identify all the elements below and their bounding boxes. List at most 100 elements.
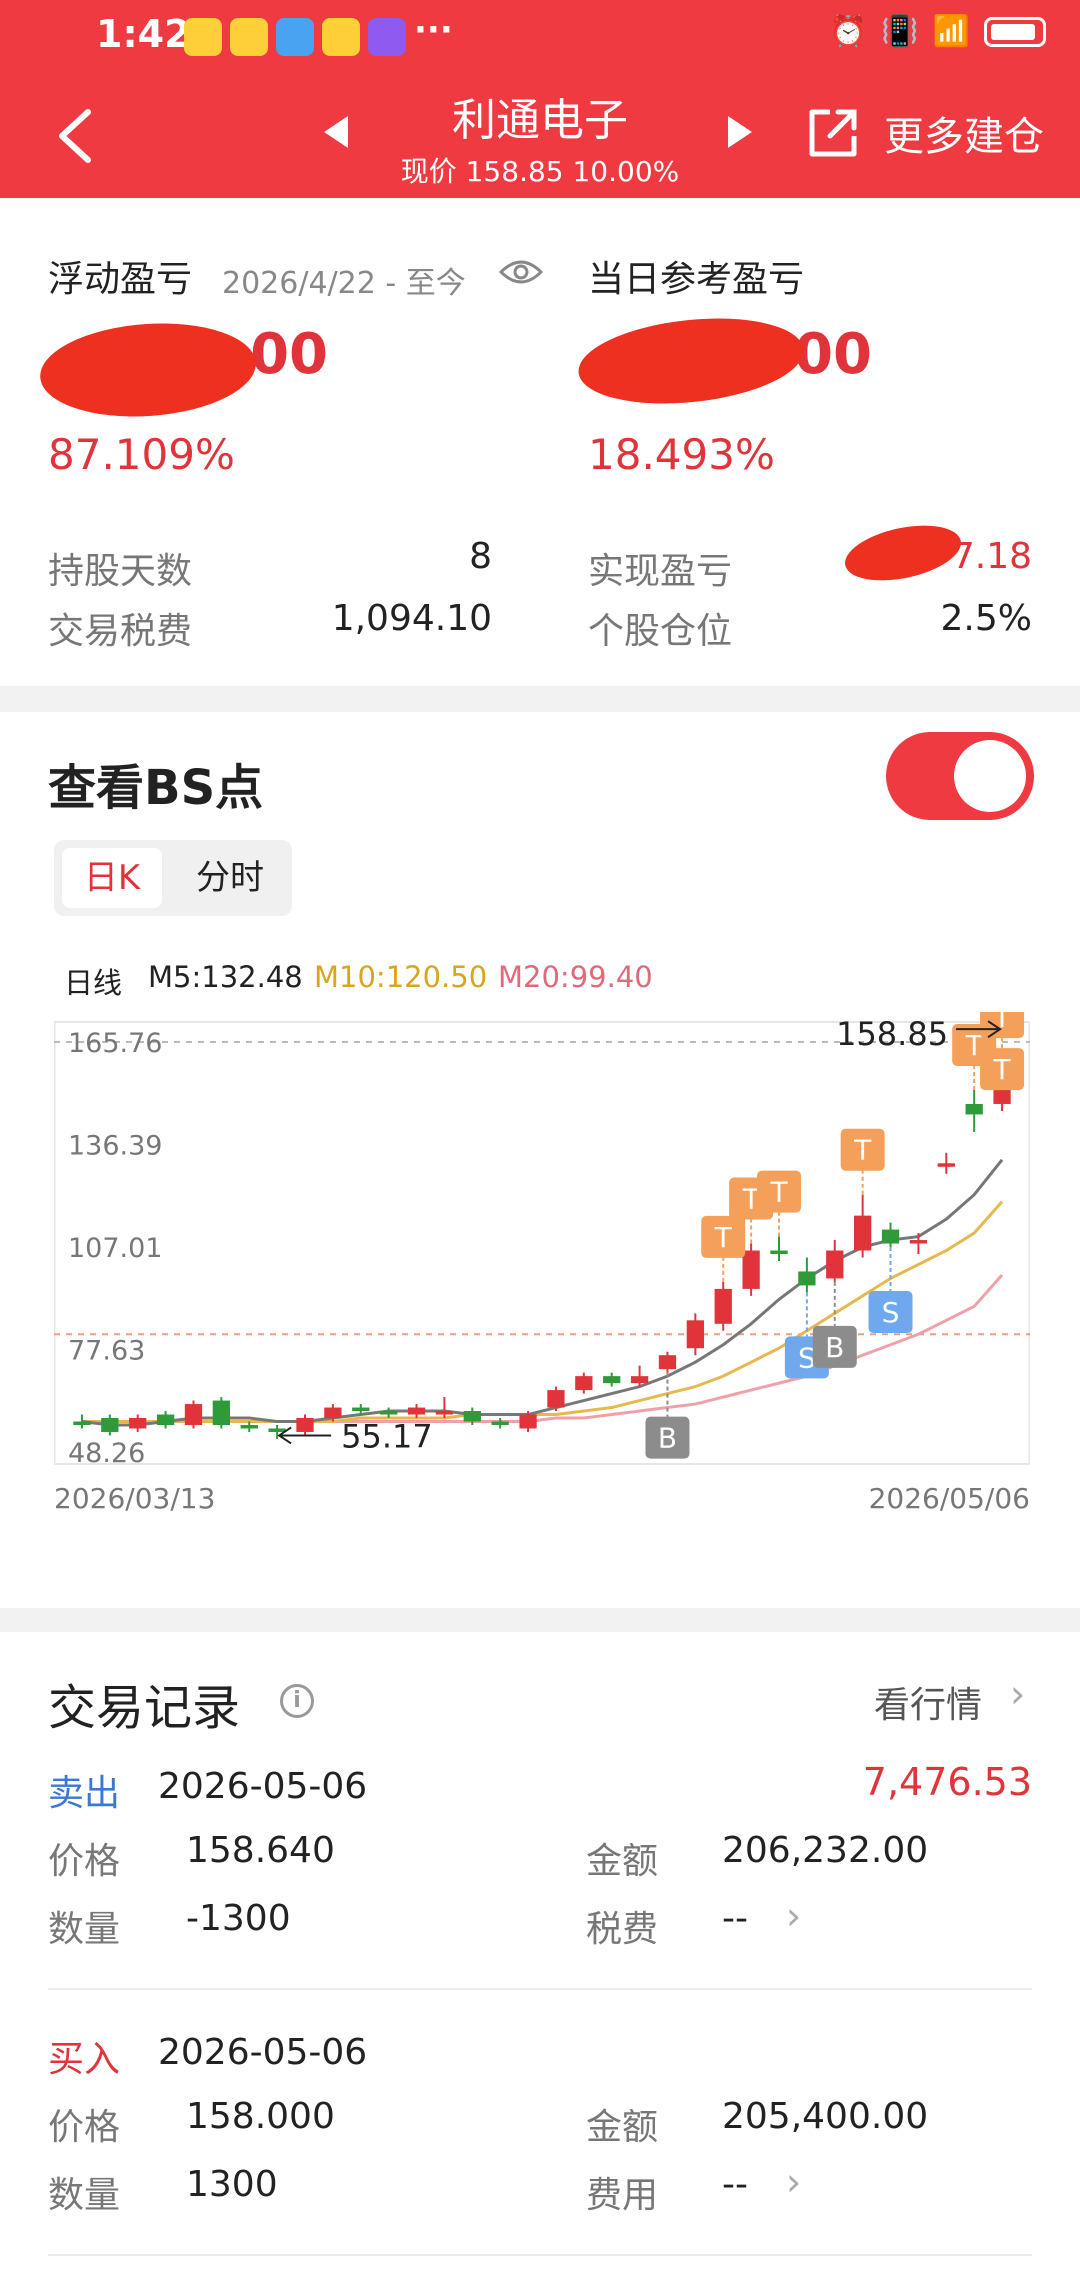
candle [798, 1257, 816, 1293]
candle-body [630, 1376, 649, 1384]
top-nav: 利通电子 现价 158.85 10.00% 更多建仓 [0, 74, 1080, 198]
app-notification-icon [368, 18, 406, 56]
candle [547, 1386, 565, 1412]
candle-body [268, 1428, 286, 1432]
ma20-value: M20:99.40 [498, 960, 653, 994]
candle-body [854, 1215, 872, 1251]
system-icons: ⏰ 📳 📶 [830, 14, 1046, 49]
ma-prefix: 日线 [64, 966, 123, 1000]
candle [854, 1194, 872, 1258]
tax-value: -- [722, 1898, 748, 1939]
candle-body [826, 1250, 844, 1279]
x-tick-label: 2026/03/13 [54, 1482, 215, 1512]
candle [491, 1418, 509, 1429]
candle-body [73, 1421, 91, 1425]
candlestick-chart[interactable]: BS BSTT TTTTT 165.76136.39107.0177.6348.26… [54, 1012, 1030, 1512]
high-price-annotation: 158.85 [836, 1015, 948, 1053]
tab-intraday[interactable]: 分时 [180, 848, 280, 908]
price-value: 158.000 [186, 2096, 335, 2137]
ma20-line [81, 1273, 1004, 1424]
marker-label: T [853, 1134, 872, 1167]
candle-body [380, 1411, 398, 1415]
t-marker: T [757, 1170, 801, 1237]
candle-body [296, 1418, 314, 1432]
marker-label: S [882, 1296, 900, 1329]
candle [129, 1414, 147, 1432]
candle-body [686, 1320, 704, 1349]
candle [826, 1240, 844, 1282]
marker-label: T [714, 1221, 733, 1254]
y-tick-label: 48.26 [68, 1438, 145, 1469]
candle-body [909, 1240, 928, 1244]
sell-marker: S [868, 1247, 913, 1334]
floating-pnl-pct: 87.109% [48, 430, 235, 479]
low-price-annotation: 55.17 [341, 1417, 433, 1455]
daily-pnl-label: 当日参考盈亏 [588, 259, 805, 300]
candle-body [547, 1390, 565, 1408]
candle [658, 1351, 677, 1373]
bs-points-title: 查看BS点 [48, 760, 264, 816]
trade-records-title: 交易记录 [48, 1680, 241, 1736]
candle-body [714, 1288, 732, 1324]
candle-body [407, 1407, 426, 1415]
divider [48, 1988, 1032, 1990]
floating-pnl-label: 浮动盈亏 [48, 259, 193, 300]
weibo-notification-icon [230, 18, 268, 56]
candle-body [658, 1355, 677, 1370]
share-icon[interactable] [806, 106, 860, 160]
candle-body [937, 1163, 955, 1167]
info-icon[interactable]: i [280, 1684, 314, 1718]
fee-label: 费用 [586, 2175, 659, 2216]
vibrate-icon: 📳 [881, 14, 919, 49]
redaction-mark [840, 516, 966, 590]
candle-body [742, 1250, 760, 1289]
position-ratio-value: 2.5% [940, 598, 1032, 639]
view-market-link[interactable]: 看行情 [874, 1676, 982, 1728]
candle-body [129, 1418, 147, 1429]
amount-label: 金额 [586, 1841, 659, 1882]
candle-body [463, 1411, 481, 1422]
trade-profit: 7,476.53 [862, 1760, 1032, 1804]
tab-daily-k[interactable]: 日K [62, 848, 162, 908]
more-notifications-icon: ··· [414, 10, 453, 50]
chevron-right-icon[interactable]: › [786, 2160, 801, 2204]
chevron-right-icon[interactable]: › [786, 1894, 801, 1938]
bs-points-toggle[interactable] [886, 732, 1034, 820]
ma5-value: M5:132.48 [148, 960, 303, 994]
candle-body [212, 1400, 230, 1425]
more-positions-button[interactable]: 更多建仓 [884, 104, 1044, 162]
alarm-icon: ⏰ [829, 14, 868, 49]
eye-icon[interactable] [498, 256, 544, 288]
profit-summary-card: 浮动盈亏 2026/4/22 - 至今 .00 87.109% 当日参考盈亏 0… [0, 198, 1080, 686]
y-tick-label: 107.01 [68, 1233, 162, 1264]
trade-records-card: 交易记录 i 看行情 › 卖出 2026-05-06 7,476.53 价格 1… [0, 1632, 1080, 2280]
candle [240, 1421, 258, 1432]
candle [686, 1313, 704, 1356]
tax-label: 税费 [586, 1909, 659, 1950]
amount-value: 206,232.00 [722, 1830, 929, 1871]
chart-period-tabs: 日K 分时 [54, 840, 292, 916]
marker-label: T [993, 1053, 1012, 1086]
candle [435, 1397, 454, 1419]
candle [937, 1152, 955, 1174]
trade-side: 买入 [48, 2039, 121, 2080]
wifi-icon: 📶 [932, 14, 970, 49]
hold-days-label: 持股天数 [48, 551, 193, 592]
marker-label: B [825, 1331, 844, 1364]
fees-value: 1,094.10 [331, 598, 492, 639]
candle [212, 1397, 230, 1429]
trade-date: 2026-05-06 [158, 1766, 368, 1807]
y-tick-label: 165.76 [68, 1028, 162, 1059]
realized-pnl-label: 实现盈亏 [588, 551, 733, 592]
next-stock-icon[interactable] [728, 116, 752, 148]
candle-body [184, 1404, 203, 1425]
y-tick-label: 136.39 [68, 1130, 162, 1161]
marker-label: T [993, 1012, 1012, 1034]
t-marker: T [840, 1128, 885, 1195]
battery-icon [984, 16, 1046, 47]
buy-marker: B [645, 1372, 690, 1459]
floating-pnl-range: 2026/4/22 - 至今 [222, 266, 466, 301]
status-bar: 1:42 ··· ⏰ 📳 📶 [0, 0, 1080, 74]
candle [184, 1400, 203, 1429]
t-marker: T [701, 1215, 746, 1282]
